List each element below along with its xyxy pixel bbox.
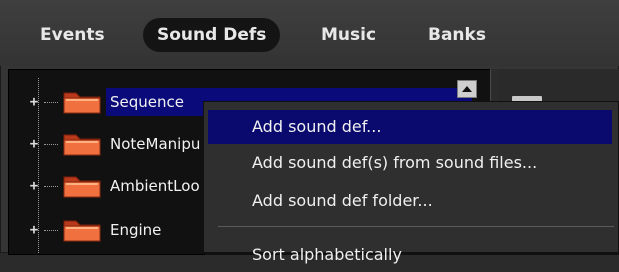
tab-banks[interactable]: Banks [428, 18, 486, 52]
tree-branch-line [44, 144, 58, 145]
menu-item-label: Sort alphabetically [252, 245, 402, 264]
folder-icon [60, 88, 104, 116]
tree-branch-line [44, 102, 58, 103]
tree-item-engine[interactable]: Engine [106, 216, 165, 244]
expand-toggle-icon[interactable]: + [26, 222, 42, 238]
triangle-up-icon [462, 86, 472, 92]
menu-item-sort-alphabetically[interactable]: Sort alphabetically [208, 238, 612, 272]
menu-item-label: Add sound def... [252, 117, 382, 136]
folder-icon [60, 130, 104, 158]
menu-item-add-from-sound-files[interactable]: Add sound def(s) from sound files... [208, 146, 612, 180]
tab-bar: Events Sound Defs Music Banks [0, 0, 619, 66]
expand-toggle-icon[interactable]: + [26, 178, 42, 194]
expand-toggle-icon[interactable]: + [26, 136, 42, 152]
tab-music[interactable]: Music [321, 18, 376, 52]
tree-item-label: NoteManipu [110, 135, 201, 153]
menu-item-add-folder[interactable]: Add sound def folder... [208, 184, 612, 218]
menu-separator [218, 226, 614, 227]
tree-item-ambientloo[interactable]: AmbientLoo [106, 172, 204, 200]
tree-item-notemanipu[interactable]: NoteManipu [106, 130, 204, 158]
context-menu: Add sound def... Add sound def(s) from s… [203, 101, 619, 264]
tree-branch-line [44, 186, 58, 187]
menu-item-add-sound-def[interactable]: Add sound def... [208, 110, 612, 144]
folder-icon [60, 172, 104, 200]
tab-events[interactable]: Events [40, 18, 105, 52]
tab-sound-defs[interactable]: Sound Defs [143, 18, 281, 52]
tree-item-label: AmbientLoo [110, 177, 200, 195]
tree-branch-line [44, 230, 58, 231]
expand-toggle-icon[interactable]: + [26, 94, 42, 110]
tree-item-label: Engine [110, 221, 162, 239]
menu-item-label: Add sound def(s) from sound files... [252, 153, 538, 172]
menu-item-label: Add sound def folder... [252, 191, 433, 210]
scroll-up-button[interactable] [457, 80, 477, 98]
folder-icon [60, 216, 104, 244]
